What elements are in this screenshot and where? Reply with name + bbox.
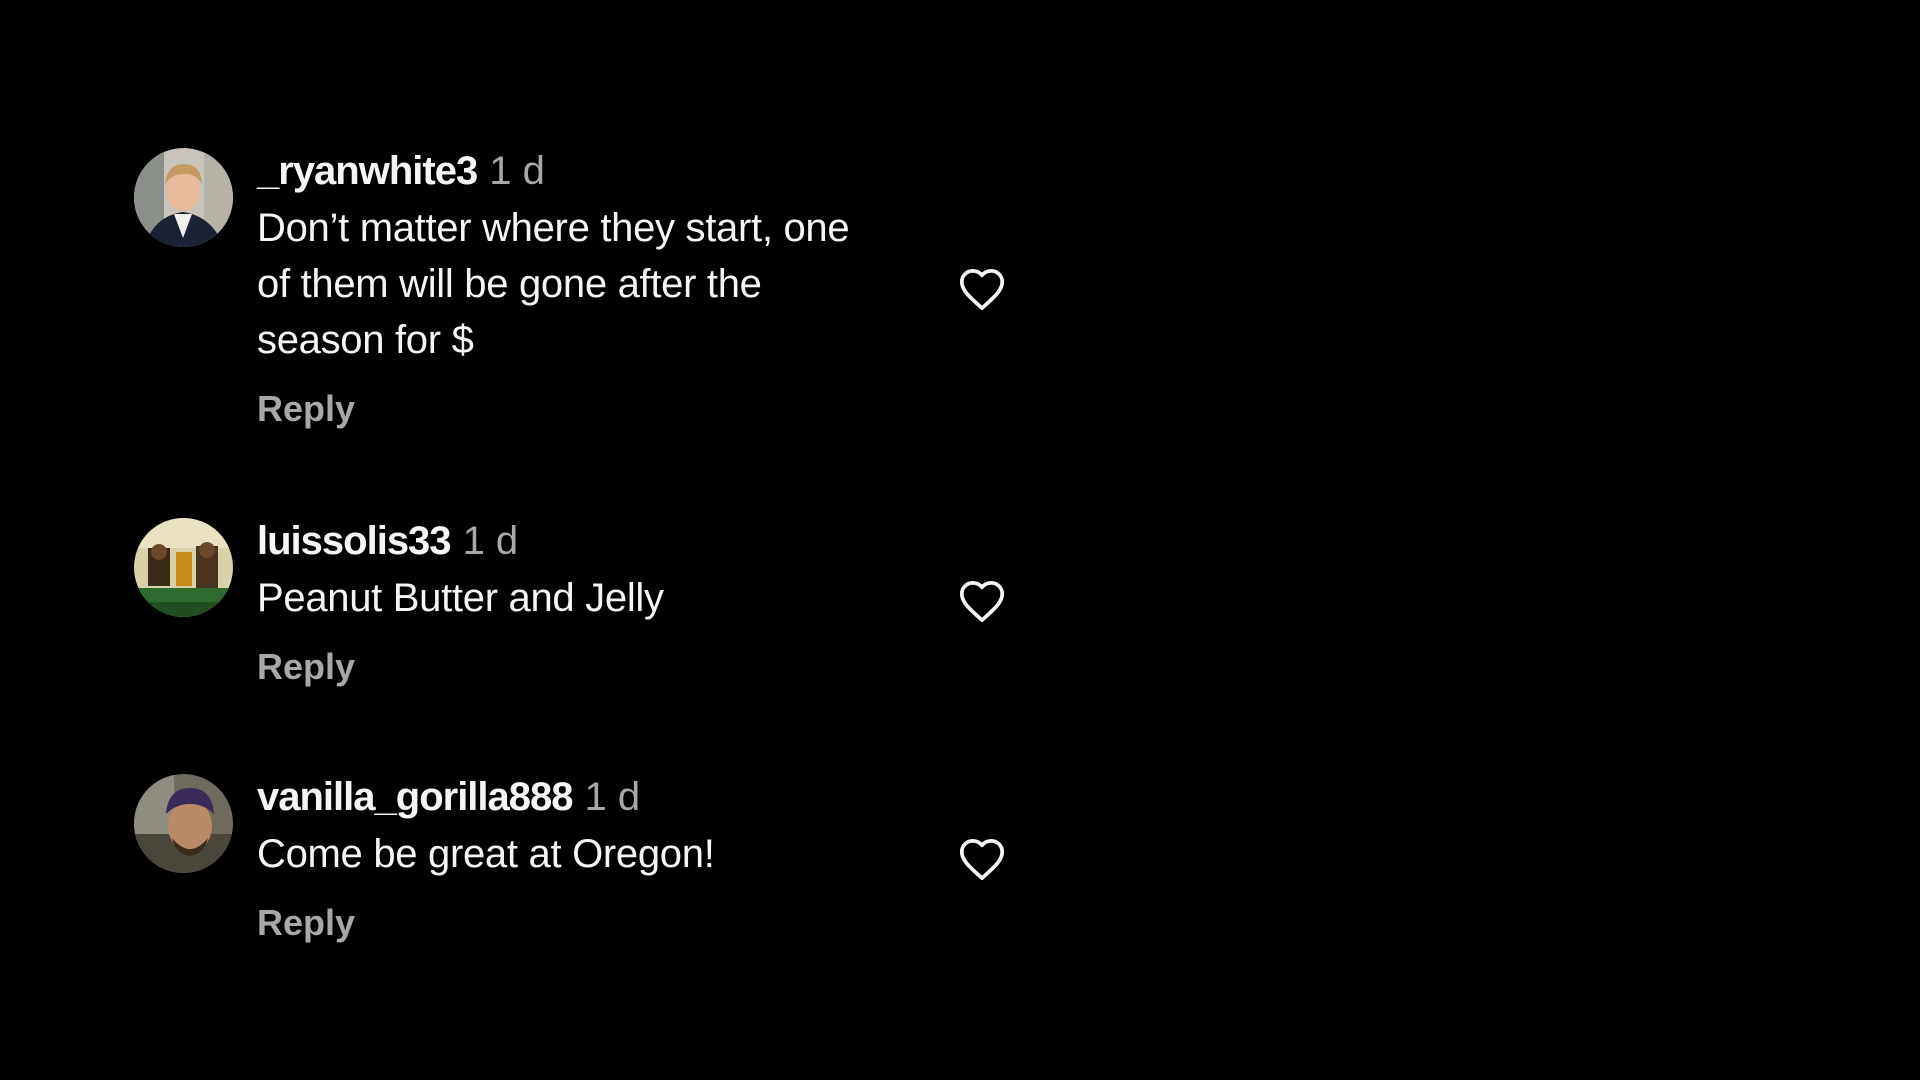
- comment-age: 1 d: [584, 775, 641, 819]
- user-photo-avatar: [134, 774, 233, 873]
- heart-outline-icon: [959, 581, 1005, 623]
- heart-outline-icon: [959, 269, 1005, 311]
- comment-body: vanilla_gorilla888 1 d Come be great at O…: [257, 774, 857, 944]
- comment-text: Come be great at Oregon!: [257, 832, 715, 876]
- user-photo-avatar: [134, 148, 233, 247]
- comment-item: _ryanwhite3 1 d Don’t matter where they s…: [134, 148, 1034, 448]
- like-button[interactable]: [957, 836, 1007, 882]
- comments-list: _ryanwhite3 1 d Don’t matter where they s…: [0, 0, 1920, 1080]
- username-link[interactable]: _ryanwhite3: [257, 149, 478, 193]
- heart-outline-icon: [959, 839, 1005, 881]
- comment-body: luissolis33 1 d Peanut Butter and Jelly R…: [257, 518, 857, 688]
- comment-text: Peanut Butter and Jelly: [257, 576, 664, 620]
- comment-text: Don’t matter where they start, one of th…: [257, 206, 850, 362]
- user-photo-avatar: [134, 518, 233, 617]
- avatar[interactable]: [134, 774, 233, 873]
- comment-meta: vanilla_gorilla888 1 d: [257, 774, 857, 820]
- comment-age: 1 d: [489, 149, 545, 193]
- reply-button[interactable]: Reply: [257, 388, 857, 430]
- like-button[interactable]: [957, 266, 1007, 312]
- username-link[interactable]: luissolis33: [257, 519, 452, 563]
- comment-meta: luissolis33 1 d: [257, 518, 857, 564]
- username-link[interactable]: vanilla_gorilla888: [257, 775, 574, 819]
- comment-item: luissolis33 1 d Peanut Butter and Jelly R…: [134, 518, 1034, 708]
- comment-age: 1 d: [462, 519, 519, 563]
- reply-button[interactable]: Reply: [257, 902, 857, 944]
- comment-item: vanilla_gorilla888 1 d Come be great at O…: [134, 774, 1034, 964]
- comment-body: _ryanwhite3 1 d Don’t matter where they s…: [257, 148, 857, 430]
- reply-button[interactable]: Reply: [257, 646, 857, 688]
- comment-meta: _ryanwhite3 1 d: [257, 148, 857, 194]
- like-button[interactable]: [957, 578, 1007, 624]
- avatar[interactable]: [134, 518, 233, 617]
- avatar[interactable]: [134, 148, 233, 247]
